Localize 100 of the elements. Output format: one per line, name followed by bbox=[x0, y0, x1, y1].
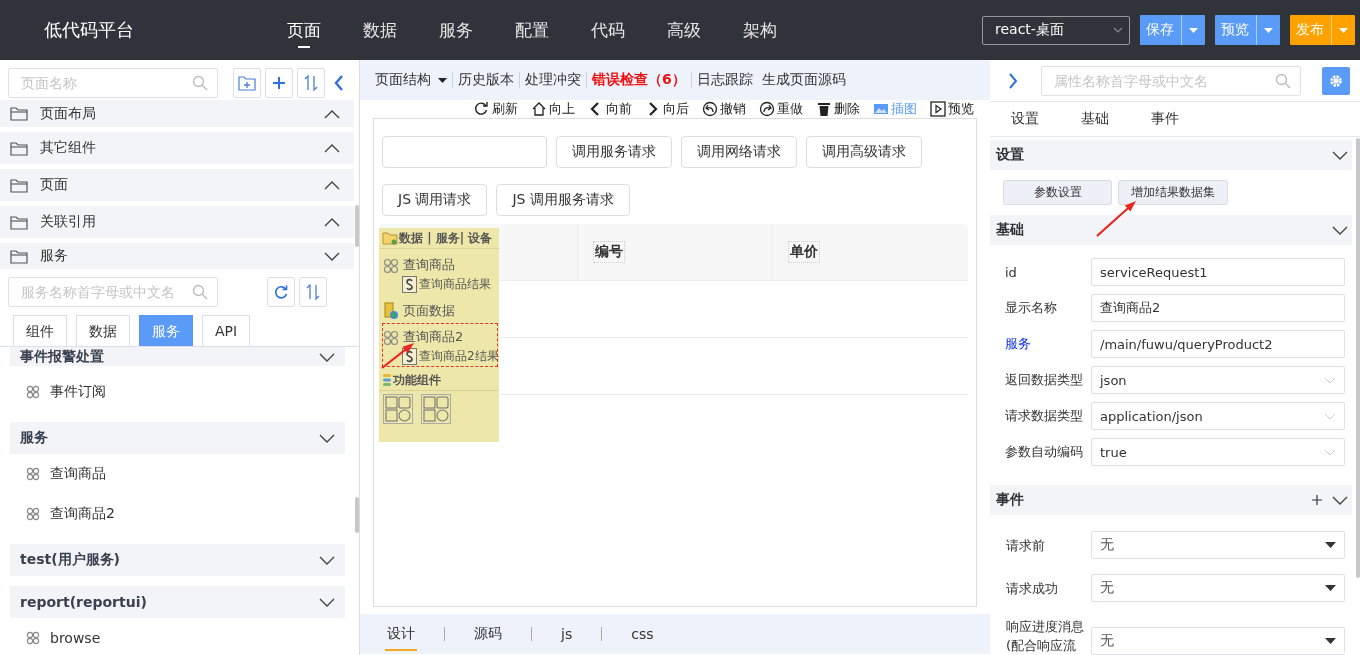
select-field[interactable]: json bbox=[1091, 366, 1345, 394]
toolbar-button[interactable]: 向后 bbox=[645, 100, 689, 118]
tab[interactable]: 事件 bbox=[1151, 110, 1179, 128]
group-title: report(reportui) bbox=[20, 594, 147, 610]
toolbar-button[interactable]: 预览 bbox=[930, 100, 974, 118]
tab[interactable]: API bbox=[202, 315, 251, 346]
toolbar-button[interactable]: 删除 bbox=[816, 100, 860, 118]
undo-icon bbox=[702, 101, 718, 117]
service-item[interactable]: 查询商品2 bbox=[10, 494, 345, 534]
toolbar-button[interactable]: 重做 bbox=[759, 100, 803, 118]
search-field[interactable]: 服务名称首字母或中文名 bbox=[8, 277, 218, 307]
add-button[interactable] bbox=[265, 68, 293, 98]
toolbar-button[interactable]: 向上 bbox=[531, 100, 575, 118]
folder-icon bbox=[10, 214, 28, 230]
nav-tab[interactable]: 代码 bbox=[570, 0, 646, 60]
toolbar-button[interactable]: 刷新 bbox=[474, 100, 518, 118]
accordion-header[interactable]: 服务 bbox=[0, 243, 354, 269]
select-field[interactable]: true bbox=[1091, 438, 1345, 466]
section-title: 服务 bbox=[40, 247, 69, 265]
service-item[interactable]: 事件订阅 bbox=[10, 372, 345, 412]
tab[interactable]: 源码 bbox=[472, 617, 504, 651]
service-item[interactable]: 查询商品 bbox=[10, 454, 345, 494]
expand-right-icon[interactable] bbox=[1008, 72, 1018, 89]
toolbar-button[interactable]: 向前 bbox=[588, 100, 632, 118]
group-title: 事件报警处置 bbox=[20, 347, 104, 366]
caret-down-icon bbox=[1325, 542, 1336, 548]
scrollbar-thumb[interactable] bbox=[355, 497, 359, 533]
tab[interactable]: css bbox=[629, 618, 656, 650]
settings-button[interactable]: 参数设置 bbox=[1003, 180, 1112, 205]
service-item[interactable]: browse bbox=[10, 618, 345, 655]
settings-button[interactable]: 增加结果数据集 bbox=[1118, 180, 1228, 205]
tab[interactable]: 基础 bbox=[1081, 110, 1109, 128]
chevron-icon bbox=[1332, 495, 1348, 505]
input-field[interactable] bbox=[382, 136, 547, 168]
field-label: 显示名称 bbox=[1005, 299, 1058, 317]
group-title: 服务 bbox=[20, 429, 48, 447]
input-field[interactable]: serviceRequest1 bbox=[1091, 258, 1345, 286]
add-folder-button[interactable] bbox=[233, 68, 261, 98]
tab[interactable]: js bbox=[559, 618, 575, 650]
shapes-icon bbox=[385, 396, 411, 422]
tab[interactable]: 组件 bbox=[13, 315, 67, 346]
tree-item[interactable]: 查询商品结果 bbox=[383, 274, 497, 294]
tab[interactable]: 设置 bbox=[1011, 110, 1039, 128]
request-button[interactable]: 调用服务请求 bbox=[556, 136, 672, 168]
folder-icon bbox=[10, 106, 28, 121]
field-link[interactable]: 服务 bbox=[1005, 335, 1091, 353]
accordion-header[interactable]: 页面 bbox=[0, 169, 354, 201]
group-header[interactable]: test(用户服务) bbox=[10, 544, 345, 576]
section-title: 其它组件 bbox=[40, 139, 97, 157]
menu-item[interactable]: 处理冲突 bbox=[525, 71, 581, 89]
input-field[interactable]: /main/fuwu/queryProduct2 bbox=[1091, 330, 1345, 358]
clover-icon bbox=[26, 507, 40, 521]
select-field[interactable]: 无 bbox=[1091, 574, 1345, 602]
menu-item[interactable]: 页面结构 bbox=[375, 71, 447, 89]
nav-tab[interactable]: 服务 bbox=[418, 0, 494, 60]
menu-item[interactable]: 日志跟踪 bbox=[696, 71, 753, 89]
menu-item[interactable]: 生成页面源码 bbox=[761, 71, 846, 89]
accordion-header[interactable]: 页面布局 bbox=[0, 100, 354, 127]
caret-down-icon bbox=[1325, 638, 1336, 644]
section-header[interactable]: 基础 bbox=[990, 215, 1352, 245]
nav-tab[interactable]: 配置 bbox=[494, 0, 570, 60]
select-field[interactable]: application/json bbox=[1091, 402, 1345, 430]
tree-item[interactable]: 查询商品 bbox=[383, 252, 497, 274]
section-header[interactable]: 事件 bbox=[990, 485, 1352, 515]
nav-tab[interactable]: 数据 bbox=[342, 0, 418, 60]
input-field[interactable]: 查询商品2 bbox=[1091, 294, 1345, 322]
sort-button[interactable] bbox=[299, 277, 327, 307]
search-field[interactable]: 页面名称 bbox=[8, 68, 218, 98]
request-button[interactable]: JS 调用请求 bbox=[382, 184, 488, 216]
menu-item[interactable]: 错误检查（6） bbox=[592, 71, 686, 89]
nav-tab[interactable]: 高级 bbox=[646, 0, 722, 60]
menu-item[interactable]: 历史版本 bbox=[458, 71, 514, 89]
section-title: 关联引用 bbox=[40, 213, 97, 231]
sort-button[interactable] bbox=[297, 68, 325, 98]
section-header[interactable]: 设置 bbox=[990, 140, 1352, 170]
component-button[interactable] bbox=[383, 394, 413, 424]
accordion-header[interactable]: 关联引用 bbox=[0, 206, 354, 238]
tab[interactable]: 数据 bbox=[76, 315, 130, 346]
collapse-left-icon[interactable] bbox=[334, 75, 344, 91]
select-field[interactable]: 无 bbox=[1091, 531, 1345, 559]
nav-tab[interactable]: 架构 bbox=[722, 0, 798, 60]
component-button[interactable] bbox=[421, 394, 451, 424]
request-button[interactable]: JS 调用服务请求 bbox=[496, 184, 630, 216]
toolbar-button[interactable]: 撤销 bbox=[702, 100, 746, 118]
folder-icon bbox=[10, 140, 28, 156]
select-field[interactable]: 无 bbox=[1091, 627, 1345, 655]
request-button[interactable]: 调用网络请求 bbox=[681, 136, 797, 168]
scrollbar-thumb[interactable] bbox=[355, 205, 359, 247]
settings-button[interactable] bbox=[1322, 66, 1350, 95]
request-button[interactable]: 调用高级请求 bbox=[806, 136, 922, 168]
tree-item[interactable]: 页面数据 bbox=[383, 298, 497, 320]
group-header[interactable]: 服务 bbox=[10, 422, 345, 454]
refresh-button[interactable] bbox=[267, 277, 295, 307]
group-header[interactable]: report(reportui) bbox=[10, 586, 345, 618]
platform-select[interactable]: react-桌面 bbox=[982, 15, 1130, 45]
scrollbar-thumb[interactable] bbox=[1356, 138, 1360, 578]
accordion-header[interactable]: 其它组件 bbox=[0, 132, 354, 164]
tree-item[interactable]: 查询商品2 bbox=[383, 324, 497, 346]
group-header[interactable]: 事件报警处置 bbox=[10, 347, 345, 366]
tab[interactable]: 设计 bbox=[385, 617, 417, 651]
